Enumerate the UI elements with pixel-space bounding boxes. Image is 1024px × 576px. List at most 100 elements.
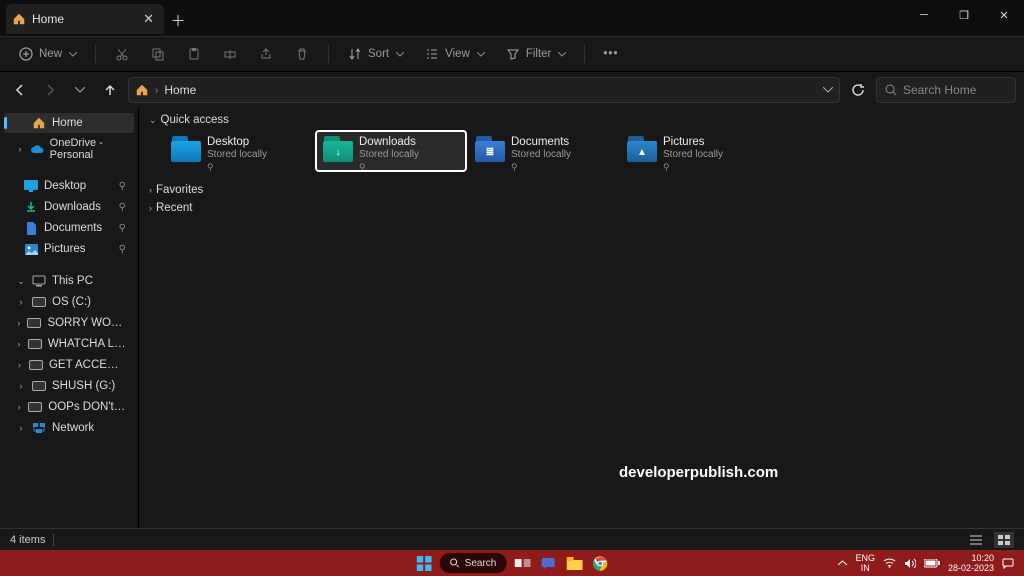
quick-access-tile[interactable]: DesktopStored locally⚲: [165, 132, 313, 170]
recent-dropdown[interactable]: [68, 78, 92, 102]
quick-access-tile[interactable]: ▲PicturesStored locally⚲: [621, 132, 769, 170]
sidebar-item-pictures[interactable]: Pictures⚲: [4, 239, 134, 259]
label: OneDrive - Personal: [50, 137, 126, 161]
sidebar-item-home[interactable]: Home: [4, 113, 134, 133]
copy-button[interactable]: [142, 44, 174, 64]
content-area: ⌄Quick access DesktopStored locally⚲↓Dow…: [138, 108, 1024, 528]
clock[interactable]: 10:2028-02-2023: [948, 553, 994, 573]
cloud-icon: [30, 142, 44, 156]
sidebar-item-downloads[interactable]: Downloads⚲: [4, 197, 134, 217]
sidebar-item-drive[interactable]: ›SHUSH (G:): [4, 376, 134, 396]
status-bar: 4 items: [0, 528, 1024, 550]
label: SORRY WORKAHOLIC (D:): [47, 317, 126, 329]
filter-icon: [505, 46, 521, 62]
new-tab-button[interactable]: ＋: [164, 6, 192, 34]
drive-icon: [32, 379, 46, 393]
notification-icon[interactable]: [1002, 557, 1014, 569]
sidebar-item-drive[interactable]: ›OS (C:): [4, 292, 134, 312]
share-button[interactable]: [250, 44, 282, 64]
folder-icon: [171, 136, 201, 166]
sidebar-item-drive[interactable]: ›OOPs DON't OPEN (H:): [4, 397, 134, 417]
tray-chevron-icon[interactable]: [838, 560, 847, 566]
rename-button[interactable]: [214, 44, 246, 64]
back-button[interactable]: [8, 78, 32, 102]
up-button[interactable]: [98, 78, 122, 102]
plus-circle-icon: [18, 46, 34, 62]
crumb-home[interactable]: Home: [164, 83, 196, 97]
tile-sub: Stored locally: [359, 149, 419, 161]
chevron-right-icon: ›: [149, 203, 152, 213]
tab-home[interactable]: Home ✕: [6, 4, 164, 34]
task-view-button[interactable]: [512, 553, 532, 573]
cut-icon: [114, 46, 130, 62]
details-view-button[interactable]: [966, 532, 986, 548]
copy-icon: [150, 46, 166, 62]
home-icon: [135, 83, 149, 97]
group-quick-access[interactable]: ⌄Quick access: [147, 114, 1016, 126]
quick-access-tile[interactable]: ≣DocumentsStored locally⚲: [469, 132, 617, 170]
language-indicator[interactable]: ENGIN: [855, 553, 875, 573]
paste-button[interactable]: [178, 44, 210, 64]
volume-icon[interactable]: [904, 558, 916, 569]
folder-icon: ▲: [627, 136, 657, 166]
cut-button[interactable]: [106, 44, 138, 64]
start-button[interactable]: [414, 553, 434, 573]
network-icon: [32, 421, 46, 435]
paste-icon: [186, 46, 202, 62]
sidebar-item-onedrive[interactable]: › OneDrive - Personal: [4, 134, 134, 164]
search-icon: [450, 558, 460, 568]
quick-access-tile[interactable]: ↓DownloadsStored locally⚲: [317, 132, 465, 170]
delete-button[interactable]: [286, 44, 318, 64]
tile-sub: Stored locally: [511, 149, 571, 161]
sidebar-item-drive[interactable]: ›SORRY WORKAHOLIC (D:): [4, 313, 134, 333]
chat-icon[interactable]: [538, 553, 558, 573]
close-button[interactable]: ✕: [984, 0, 1024, 30]
sidebar-item-network[interactable]: ›Network: [4, 418, 134, 438]
chevron-right-icon: ›: [16, 423, 26, 433]
new-button[interactable]: New: [10, 44, 85, 64]
breadcrumb[interactable]: › Home: [128, 77, 840, 103]
maximize-button[interactable]: ❐: [944, 0, 984, 30]
sidebar-item-documents[interactable]: Documents⚲: [4, 218, 134, 238]
search-input[interactable]: Search Home: [876, 77, 1016, 103]
forward-button[interactable]: [38, 78, 62, 102]
explorer-icon[interactable]: [564, 553, 584, 573]
group-favorites[interactable]: ›Favorites: [147, 184, 1016, 196]
sidebar-item-drive[interactable]: ›WHATCHA LOOKING (E:): [4, 334, 134, 354]
rename-icon: [222, 46, 238, 62]
item-count: 4 items: [10, 534, 45, 546]
sidebar-item-desktop[interactable]: Desktop⚲: [4, 176, 134, 196]
address-bar: › Home Search Home: [0, 72, 1024, 108]
chrome-icon[interactable]: [590, 553, 610, 573]
battery-icon[interactable]: [924, 559, 940, 568]
view-button[interactable]: View: [416, 44, 493, 64]
chevron-down-icon: ⌄: [149, 115, 157, 126]
refresh-button[interactable]: [846, 78, 870, 102]
pin-icon: ⚲: [663, 162, 723, 173]
sort-button[interactable]: Sort: [339, 44, 412, 64]
label: Desktop: [44, 180, 86, 192]
chevron-down-icon[interactable]: [823, 87, 833, 93]
tab-close-icon[interactable]: ✕: [143, 11, 154, 27]
chevron-down-icon: [477, 52, 485, 57]
pin-icon: ⚲: [119, 244, 126, 255]
tiles-view-button[interactable]: [994, 532, 1014, 548]
sort-label: Sort: [368, 48, 389, 60]
drive-icon: [32, 295, 46, 309]
sidebar-item-thispc[interactable]: ⌄This PC: [4, 271, 134, 291]
wifi-icon[interactable]: [883, 558, 896, 568]
drive-icon: [28, 337, 42, 351]
chevron-right-icon: ›: [149, 185, 152, 195]
pin-icon: ⚲: [359, 162, 419, 173]
folder-icon: ≣: [475, 136, 505, 166]
tab-title: Home: [32, 12, 64, 26]
group-recent[interactable]: ›Recent: [147, 202, 1016, 214]
taskbar-search[interactable]: Search: [440, 553, 507, 573]
pin-icon: ⚲: [119, 202, 126, 213]
sidebar-item-drive[interactable]: ›GET ACCESSED (F:): [4, 355, 134, 375]
filter-button[interactable]: Filter: [497, 44, 575, 64]
filter-label: Filter: [526, 48, 552, 60]
more-button[interactable]: •••: [595, 46, 626, 62]
minimize-button[interactable]: ─: [904, 0, 944, 30]
pin-icon: ⚲: [207, 162, 267, 173]
